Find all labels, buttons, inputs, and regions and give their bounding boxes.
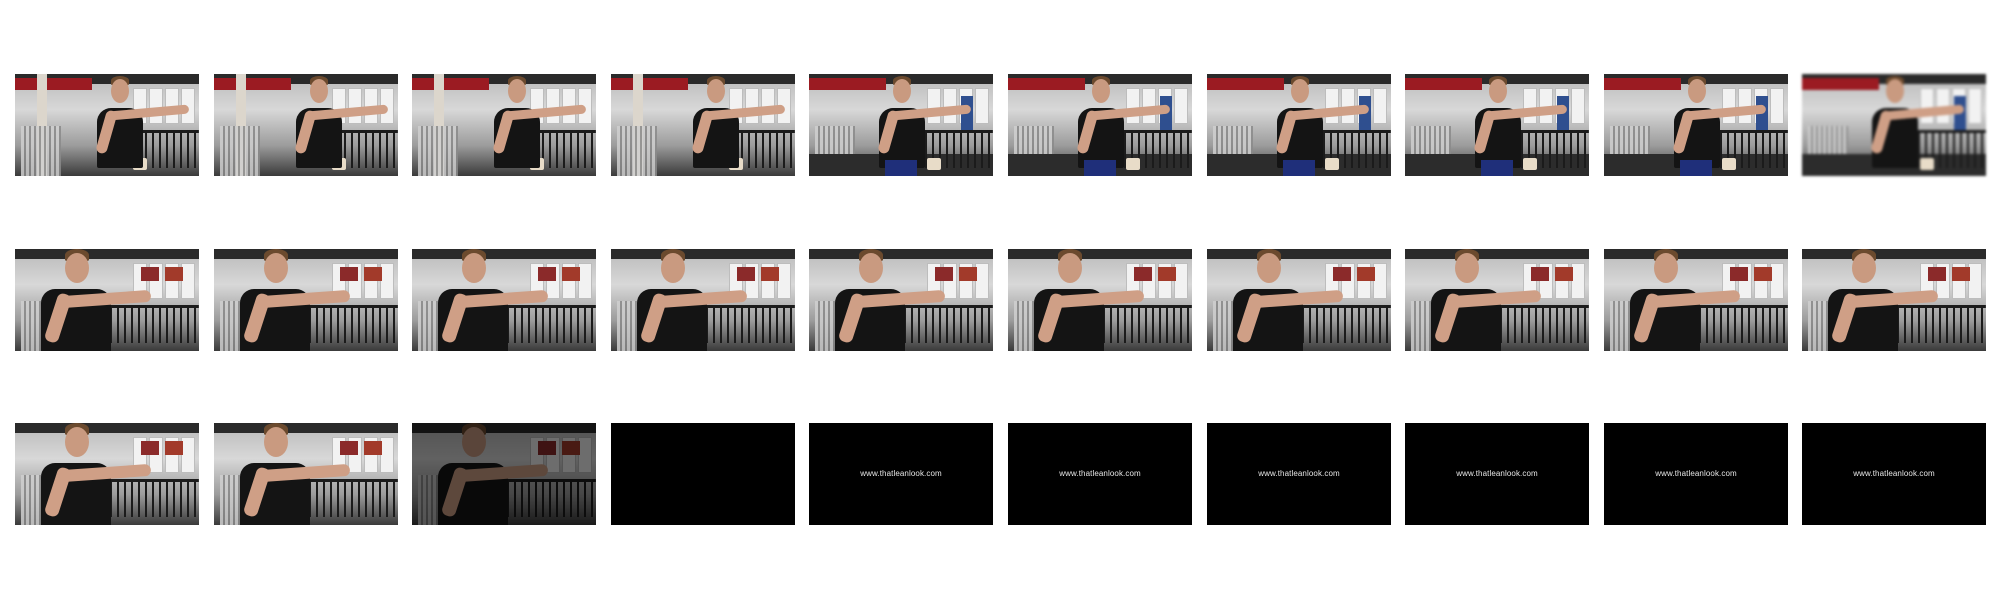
website-caption: www.thatleanlook.com	[1258, 469, 1340, 478]
video-frame	[611, 74, 795, 176]
person	[1802, 249, 1986, 351]
extended-arm	[108, 104, 190, 121]
head	[893, 79, 911, 103]
video-frame	[809, 249, 993, 351]
head	[707, 79, 725, 103]
legs	[1084, 160, 1116, 176]
video-frame	[15, 249, 199, 351]
head	[1092, 79, 1110, 103]
person	[412, 74, 596, 176]
video-frame	[412, 423, 596, 525]
person	[809, 74, 993, 176]
head	[1852, 253, 1876, 283]
person	[1604, 249, 1788, 351]
head	[508, 79, 526, 103]
person	[1604, 74, 1788, 176]
head	[264, 253, 288, 283]
person	[214, 423, 398, 525]
contact-sheet: www.thatleanlook.com www.thatleanlook.com…	[0, 0, 2000, 600]
head	[1489, 79, 1507, 103]
person	[1802, 74, 1986, 176]
end-card-frame: www.thatleanlook.com	[1405, 423, 1589, 525]
person	[1405, 74, 1589, 176]
person	[1008, 74, 1192, 176]
video-frame	[412, 74, 596, 176]
website-caption: www.thatleanlook.com	[1456, 469, 1538, 478]
video-frame	[214, 249, 398, 351]
video-frame	[1207, 249, 1391, 351]
person	[1405, 249, 1589, 351]
website-caption: www.thatleanlook.com	[1853, 469, 1935, 478]
person	[412, 249, 596, 351]
head	[661, 253, 685, 283]
end-card-frame: www.thatleanlook.com	[1604, 423, 1788, 525]
head	[1291, 79, 1309, 103]
extended-arm	[307, 104, 389, 121]
head	[1455, 253, 1479, 283]
person	[809, 249, 993, 351]
video-frame	[1207, 74, 1391, 176]
person	[15, 74, 199, 176]
head	[462, 253, 486, 283]
video-frame	[1802, 74, 1986, 176]
head	[1058, 253, 1082, 283]
video-frame	[1604, 249, 1788, 351]
head	[264, 427, 288, 457]
video-frame	[15, 74, 199, 176]
person	[1207, 249, 1391, 351]
person	[1207, 74, 1391, 176]
extended-arm	[505, 104, 587, 121]
video-frame	[412, 249, 596, 351]
person	[1008, 249, 1192, 351]
end-card-frame	[611, 423, 795, 525]
website-caption: www.thatleanlook.com	[1655, 469, 1737, 478]
person	[214, 249, 398, 351]
head	[462, 427, 486, 457]
end-card-frame: www.thatleanlook.com	[1802, 423, 1986, 525]
person	[412, 423, 596, 525]
video-frame	[1008, 74, 1192, 176]
extended-arm	[890, 104, 972, 121]
video-frame	[214, 74, 398, 176]
person	[15, 423, 199, 525]
head	[111, 79, 129, 103]
extended-arm	[1288, 104, 1370, 121]
extended-arm	[704, 104, 786, 121]
head	[1654, 253, 1678, 283]
head	[1886, 79, 1904, 103]
end-card-frame: www.thatleanlook.com	[1008, 423, 1192, 525]
video-frame	[1802, 249, 1986, 351]
video-frame	[1008, 249, 1192, 351]
video-frame	[809, 74, 993, 176]
person	[214, 74, 398, 176]
website-caption: www.thatleanlook.com	[860, 469, 942, 478]
head	[310, 79, 328, 103]
website-caption: www.thatleanlook.com	[1059, 469, 1141, 478]
video-frame	[611, 249, 795, 351]
video-frame	[1604, 74, 1788, 176]
legs	[885, 160, 917, 176]
video-frame	[214, 423, 398, 525]
person	[611, 249, 795, 351]
head	[1688, 79, 1706, 103]
extended-arm	[1685, 104, 1767, 121]
video-frame	[15, 423, 199, 525]
head	[65, 253, 89, 283]
extended-arm	[1486, 104, 1568, 121]
legs	[1481, 160, 1513, 176]
legs	[1283, 160, 1315, 176]
video-frame	[1405, 74, 1589, 176]
legs	[1680, 160, 1712, 176]
extended-arm	[1883, 104, 1965, 121]
head	[1257, 253, 1281, 283]
head	[65, 427, 89, 457]
person	[15, 249, 199, 351]
person	[611, 74, 795, 176]
head	[859, 253, 883, 283]
end-card-frame: www.thatleanlook.com	[1207, 423, 1391, 525]
extended-arm	[1089, 104, 1171, 121]
end-card-frame: www.thatleanlook.com	[809, 423, 993, 525]
video-frame	[1405, 249, 1589, 351]
